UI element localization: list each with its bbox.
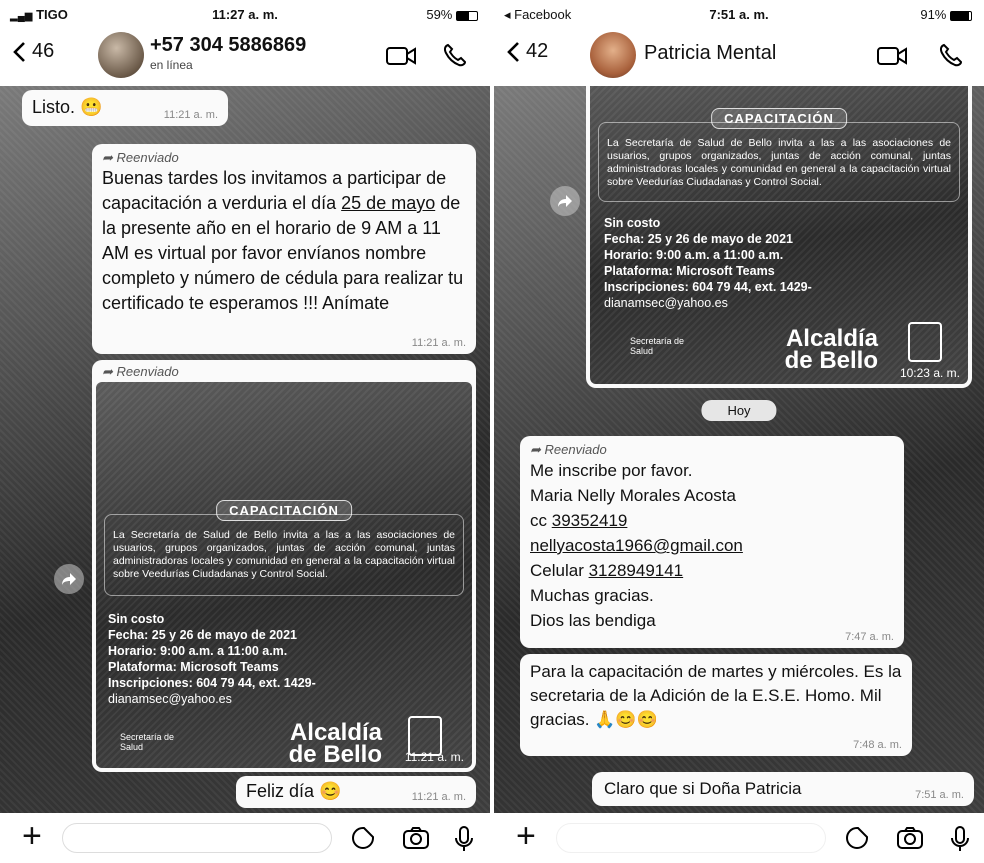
message-time: 10:23 a. m. — [899, 366, 960, 380]
message-bubble-forwarded-image[interactable]: CAPACITACIÓN La Secretaría de Salud de B… — [586, 86, 972, 388]
message-input[interactable] — [62, 823, 332, 853]
message-input[interactable] — [556, 823, 826, 853]
poster-platform: Plataforma: Microsoft Teams — [108, 660, 279, 674]
status-bar: ◂ Facebook 7:51 a. m. 91% — [494, 0, 984, 28]
share-button[interactable] — [54, 564, 84, 594]
battery-indicator: 59% — [426, 7, 478, 22]
plus-icon[interactable]: + — [516, 819, 536, 853]
poster-secretaria: Secretaría de Salud — [630, 336, 685, 356]
poster-image[interactable]: CAPACITACIÓN La Secretaría de Salud de B… — [590, 86, 968, 384]
message-time: 7:48 a. m. — [853, 739, 902, 751]
message-bubble-inscripcion[interactable]: ➦ Reenviado Me inscribe por favor. Maria… — [520, 436, 904, 648]
poster-schedule: Horario: 9:00 a.m. a 11:00 a.m. — [604, 248, 784, 262]
date-separator: Hoy — [701, 400, 777, 421]
message-time: 11:21 a. m. — [411, 337, 466, 349]
message-time: 11:21 a. m. — [411, 791, 466, 803]
message-time: 11:21 a. m. — [404, 750, 464, 764]
poster-image[interactable]: CAPACITACIÓN La Secretaría de Salud de B… — [96, 382, 472, 768]
sticker-icon[interactable] — [844, 825, 870, 851]
phone-icon[interactable] — [938, 42, 964, 68]
message-bubble-para[interactable]: Para la capacitación de martes y miércol… — [520, 654, 912, 756]
message-text: Listo. 😬 — [32, 97, 103, 117]
video-call-icon[interactable] — [385, 44, 417, 68]
poster-secretaria: Secretaría de Salud — [120, 732, 175, 752]
back-chevron-icon — [507, 41, 519, 62]
battery-indicator: 91% — [920, 7, 972, 22]
share-button[interactable] — [550, 186, 580, 216]
cc-link[interactable]: 39352419 — [552, 511, 628, 530]
chat-area[interactable]: CAPACITACIÓN La Secretaría de Salud de B… — [494, 86, 984, 813]
poster-logo-text: Alcaldía de Bello — [288, 719, 382, 768]
message-text: Buenas tardes los invitamos a participar… — [102, 168, 464, 313]
poster-date: Fecha: 25 y 26 de mayo de 2021 — [108, 628, 297, 642]
message-bubble-forwarded-text[interactable]: ➦ Reenviado Buenas tardes los invitamos … — [92, 144, 476, 354]
poster-date: Fecha: 25 y 26 de mayo de 2021 — [604, 232, 793, 246]
message-bubble-feliz[interactable]: Feliz día 😊 11:21 a. m. — [236, 776, 476, 808]
video-call-icon[interactable] — [876, 44, 908, 68]
right-phone-screenshot: ◂ Facebook 7:51 a. m. 91% 42 Patricia Me… — [494, 0, 984, 863]
sticker-icon[interactable] — [350, 825, 376, 851]
battery-icon — [456, 10, 478, 21]
phone-link[interactable]: 3128949141 — [589, 561, 684, 580]
message-bubble-forwarded-image[interactable]: ➦ Reenviado CAPACITACIÓN La Secretaría d… — [92, 360, 476, 772]
unread-count: 46 — [32, 40, 55, 62]
bello-seal-icon — [908, 322, 942, 362]
phone-icon[interactable] — [442, 42, 468, 68]
message-text: Claro que si Doña Patricia — [604, 779, 802, 798]
poster-cost: Sin costo — [108, 612, 165, 626]
message-time: 11:21 a. m. — [163, 109, 218, 121]
contact-avatar[interactable] — [98, 32, 144, 78]
poster-email: dianamsec@yahoo.es — [108, 692, 232, 706]
left-phone-screenshot: ▂▄▆ TIGO 11:27 a. m. 59% 46 +57 304 5886… — [0, 0, 490, 863]
message-bubble-listo[interactable]: Listo. 😬 11:21 a. m. — [22, 90, 228, 126]
chat-header: 42 Patricia Mental — [494, 28, 984, 86]
camera-icon[interactable] — [402, 825, 430, 851]
plus-icon[interactable]: + — [22, 819, 42, 853]
message-bubble-claro[interactable]: Claro que si Doña Patricia 7:51 a. m. — [592, 772, 974, 806]
input-bar: + — [494, 813, 984, 863]
microphone-icon[interactable] — [454, 825, 474, 853]
forwarded-label: ➦ Reenviado — [102, 150, 179, 165]
contact-status: en línea — [150, 58, 193, 72]
message-time: 7:47 a. m. — [845, 631, 894, 643]
message-text: Me inscribe por favor. Maria Nelly Moral… — [530, 461, 743, 630]
poster-email: dianamsec@yahoo.es — [604, 296, 728, 310]
message-time: 7:51 a. m. — [915, 789, 964, 801]
forwarded-label: ➦ Reenviado — [530, 442, 607, 457]
poster-body: La Secretaría de Salud de Bello invita a… — [104, 514, 464, 596]
email-link[interactable]: nellyacosta1966@gmail.con — [530, 533, 743, 558]
microphone-icon[interactable] — [950, 825, 970, 853]
chat-area[interactable]: Listo. 😬 11:21 a. m. ➦ Reenviado Buenas … — [0, 86, 490, 813]
clock: 7:51 a. m. — [709, 7, 769, 22]
contact-name[interactable]: +57 304 5886869 — [150, 34, 306, 57]
unread-count: 42 — [526, 40, 549, 62]
poster-platform: Plataforma: Microsoft Teams — [604, 264, 775, 278]
poster-logo-text: Alcaldía de Bello — [784, 325, 878, 374]
share-icon — [62, 573, 76, 585]
poster-schedule: Horario: 9:00 a.m. a 11:00 a.m. — [108, 644, 288, 658]
clock: 11:27 a. m. — [212, 7, 278, 22]
status-bar: ▂▄▆ TIGO 11:27 a. m. 59% — [0, 0, 490, 28]
input-bar: + — [0, 813, 490, 863]
poster-body: La Secretaría de Salud de Bello invita a… — [598, 122, 960, 202]
camera-icon[interactable] — [896, 825, 924, 851]
date-link[interactable]: 25 de mayo — [341, 193, 435, 213]
forwarded-label: ➦ Reenviado — [102, 364, 179, 379]
message-text: Feliz día 😊 — [246, 781, 342, 801]
chat-header: 46 +57 304 5886869 en línea — [0, 28, 490, 86]
poster-registration: Inscripciones: 604 79 44, ext. 1429- — [604, 280, 812, 294]
back-button[interactable]: 42 — [506, 40, 548, 63]
poster-cost: Sin costo — [604, 216, 661, 230]
message-text: Para la capacitación de martes y miércol… — [530, 662, 902, 729]
poster-registration: Inscripciones: 604 79 44, ext. 1429- — [108, 676, 316, 690]
share-icon — [558, 195, 572, 207]
back-chevron-icon — [13, 41, 25, 62]
battery-icon — [950, 10, 972, 21]
back-button[interactable]: 46 — [12, 40, 54, 63]
contact-name[interactable]: Patricia Mental — [644, 42, 776, 65]
contact-avatar[interactable] — [590, 32, 636, 78]
